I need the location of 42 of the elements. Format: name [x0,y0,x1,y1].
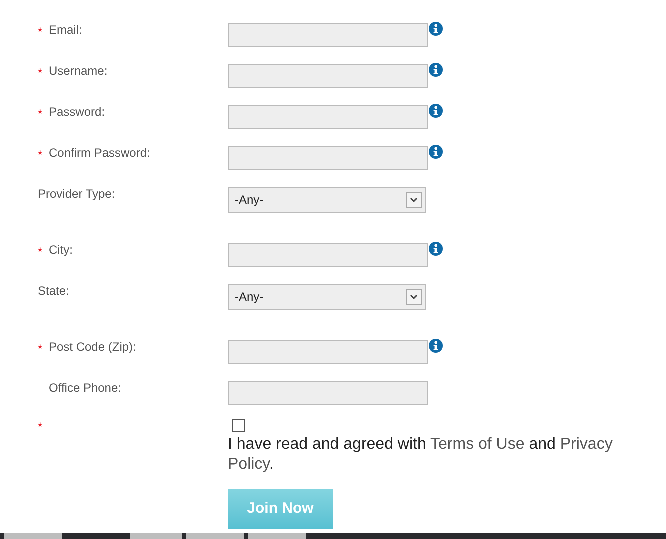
taskbar-button[interactable] [4,533,62,539]
field-label: State: [38,283,70,300]
info-icon[interactable] [429,22,443,36]
agreement-text: I have read and agreed with Terms of Use and Privacy Policy. [228,435,614,475]
field-label: Email: [49,22,82,39]
text-field[interactable] [228,243,428,267]
text-field[interactable] [228,381,428,405]
taskbar-button[interactable] [186,533,244,539]
required-mark: * [38,25,43,39]
required-mark: * [38,245,43,259]
chevron-down-icon [406,192,422,208]
dropdown[interactable]: -Any- [228,187,426,213]
taskbar-button[interactable] [248,533,306,539]
privacy-link[interactable]: Policy [228,456,270,473]
required-mark: * [38,66,43,80]
field-label: Confirm Password: [49,145,150,162]
text-field[interactable] [228,23,428,47]
required-mark: * [38,342,43,356]
info-icon[interactable] [429,104,443,118]
agree-checkbox[interactable] [232,419,245,432]
field-label: Provider Type: [38,186,116,203]
taskbar-button[interactable] [130,533,182,539]
required-mark: * [38,107,43,121]
info-icon[interactable] [429,242,443,256]
field-label: Username: [49,63,108,80]
chevron-down-icon [406,289,422,305]
privacy-link[interactable]: Privacy [560,436,613,453]
text-field[interactable] [228,340,428,364]
field-label: City: [49,242,73,259]
text-field[interactable] [228,146,428,170]
field-label: Office Phone: [49,380,122,397]
field-label: Post Code (Zip): [49,339,136,356]
info-icon[interactable] [429,339,443,353]
info-icon[interactable] [429,63,443,77]
info-icon[interactable] [429,145,443,159]
terms-link[interactable]: Terms of Use [430,436,525,453]
dropdown[interactable]: -Any- [228,284,426,310]
field-label: Password: [49,104,106,121]
text-field[interactable] [228,105,428,129]
required-mark: * [38,148,43,162]
text-field[interactable] [228,64,428,88]
required-mark: * [38,420,43,434]
